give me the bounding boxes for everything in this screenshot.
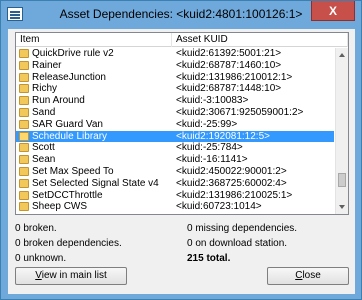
item-kuid: <kuid2:131986:210012:1> [176, 71, 293, 83]
broken-count: 0 broken. [15, 223, 57, 234]
close-button-label: lose [302, 270, 321, 281]
folder-icon [19, 119, 29, 129]
close-button[interactable]: Close [267, 267, 349, 285]
item-kuid: <kuid:-25:99> [176, 118, 238, 130]
dialog-body: Item Asset KUID QuickDrive rule v2 <kuid2… [8, 29, 355, 294]
item-name: ReleaseJunction [32, 71, 106, 83]
list-item[interactable]: Sheep CWS <kuid:60723:1014> [16, 201, 334, 212]
view-button-label: iew in main list [41, 270, 107, 281]
item-kuid: <kuid:-25:784> [176, 142, 243, 154]
item-kuid: <kuid:-16:1141> [176, 154, 248, 166]
item-kuid: <kuid2:68787:1460:10> [176, 59, 282, 71]
list-item[interactable]: QuickDrive rule v2 <kuid2:61392:5001:21> [16, 48, 334, 59]
folder-icon [19, 72, 29, 82]
title-bar[interactable]: Asset Dependencies: <kuid2:4801:100126:1… [1, 1, 361, 29]
unknown-count: 0 unknown. [15, 253, 67, 264]
list-item[interactable]: SetDCCThrottle <kuid2:131986:210025:1> [16, 190, 334, 201]
item-name: Sheep CWS [32, 201, 88, 213]
broken-dependencies-count: 0 broken dependencies. [15, 238, 122, 249]
item-kuid: <kuid2:30671:925059001:2> [176, 107, 304, 118]
item-name: Sean [32, 154, 56, 166]
item-name: SetDCCThrottle [32, 189, 103, 201]
list-item[interactable]: Run Around <kuid:-3:10083> [16, 95, 334, 106]
item-kuid: <kuid2:450022:90001:2> [176, 166, 287, 177]
scroll-up-icon[interactable] [339, 53, 345, 57]
item-name: Schedule Library [32, 130, 108, 142]
folder-icon [19, 178, 29, 188]
total-count: 215 total. [187, 253, 231, 264]
folder-icon [19, 167, 29, 176]
item-kuid: <kuid:60723:1014> [176, 201, 262, 213]
scroll-thumb[interactable] [338, 173, 346, 187]
scroll-down-icon[interactable] [339, 205, 345, 209]
list-item[interactable]: Sand <kuid2:30671:925059001:2> [16, 107, 334, 118]
list-item[interactable]: Set Selected Signal State v4 <kuid2:36872… [16, 178, 334, 189]
list-item[interactable]: Rainer <kuid2:68787:1460:10> [16, 60, 334, 71]
item-kuid: <kuid2:368725:60002:4> [176, 177, 287, 189]
item-name: Sand [32, 107, 56, 118]
vertical-scrollbar[interactable] [335, 48, 348, 214]
missing-dependencies-count: 0 missing dependencies. [187, 223, 298, 234]
list-header: Item Asset KUID [16, 33, 348, 47]
item-kuid: <kuid2:61392:5001:21> [176, 48, 282, 59]
view-in-main-list-button[interactable]: View in main list [15, 267, 127, 285]
item-kuid: <kuid2:68787:1448:10> [176, 83, 282, 95]
item-name: Richy [32, 83, 58, 95]
list-item[interactable]: Scott <kuid:-25:784> [16, 142, 334, 153]
folder-icon [19, 96, 29, 106]
folder-icon [19, 49, 29, 58]
window-title: Asset Dependencies: <kuid2:4801:100126:1… [59, 7, 303, 21]
list-item[interactable]: Sean <kuid:-16:1141> [16, 154, 334, 165]
item-kuid: <kuid2:192081:12:5> [176, 130, 270, 142]
folder-icon [19, 155, 29, 165]
window-close-button[interactable]: X [311, 1, 355, 21]
folder-icon [19, 202, 29, 212]
item-name: SAR Guard Van [32, 118, 103, 130]
dependency-list[interactable]: Item Asset KUID QuickDrive rule v2 <kuid2… [15, 32, 349, 215]
item-name: Scott [32, 142, 55, 154]
item-name: QuickDrive rule v2 [32, 48, 114, 59]
folder-icon [19, 60, 29, 70]
list-item[interactable]: Set Max Speed To <kuid2:450022:90001:2> [16, 166, 334, 177]
item-name: Run Around [32, 95, 85, 107]
folder-icon [19, 108, 29, 117]
list-item[interactable]: Richy <kuid2:68787:1448:10> [16, 83, 334, 94]
column-header-asset-kuid[interactable]: Asset KUID [172, 33, 348, 47]
asset-dependencies-window: Asset Dependencies: <kuid2:4801:100126:1… [0, 0, 362, 300]
item-name: Set Max Speed To [32, 166, 114, 177]
list-rows: QuickDrive rule v2 <kuid2:61392:5001:21> R… [16, 48, 334, 214]
item-kuid: <kuid:-3:10083> [176, 95, 249, 107]
download-station-count: 0 on download station. [187, 238, 288, 249]
item-name: Set Selected Signal State v4 [32, 177, 159, 189]
folder-icon [19, 84, 29, 94]
list-item[interactable]: Schedule Library <kuid2:192081:12:5> [16, 130, 334, 142]
column-header-item[interactable]: Item [16, 33, 172, 47]
folder-icon [19, 131, 29, 141]
list-item[interactable]: SAR Guard Van <kuid:-25:99> [16, 119, 334, 130]
item-name: Rainer [32, 59, 62, 71]
folder-icon [19, 190, 29, 200]
item-kuid: <kuid2:131986:210025:1> [176, 189, 293, 201]
folder-icon [19, 143, 29, 153]
list-item[interactable]: ReleaseJunction <kuid2:131986:210012:1> [16, 72, 334, 83]
